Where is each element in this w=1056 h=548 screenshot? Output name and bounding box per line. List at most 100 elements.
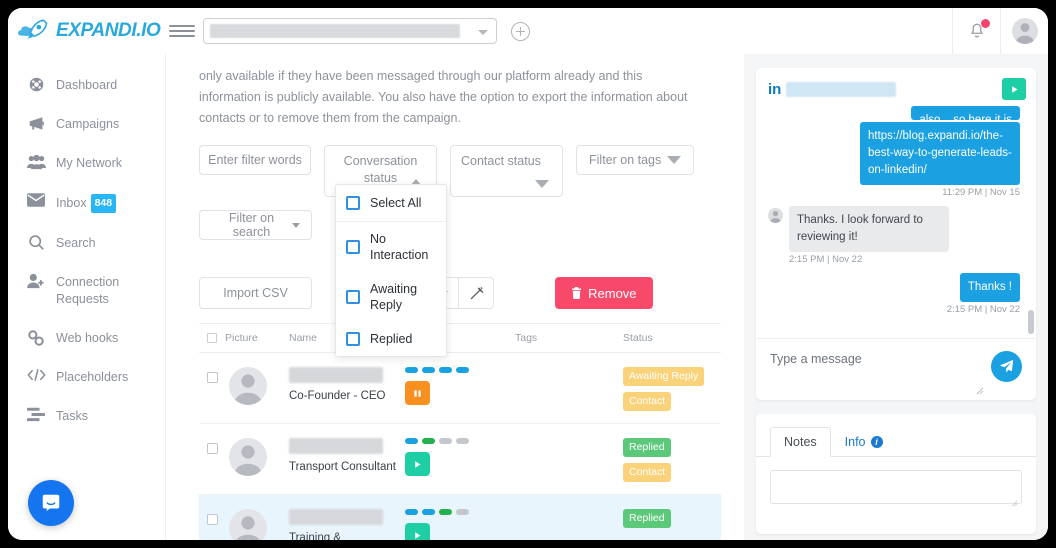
chat-scrollbar-thumb[interactable]	[1028, 310, 1034, 334]
row-picture	[225, 367, 289, 405]
brand-logo[interactable]: EXPANDI.IO	[8, 8, 163, 54]
dropdown-option-no-interaction[interactable]: No Interaction	[336, 222, 446, 272]
status-badge: Awaiting Reply	[623, 367, 705, 386]
tab-notes[interactable]: Notes	[770, 427, 831, 457]
message-row: also... so here it is	[768, 106, 1020, 120]
row-checkbox[interactable]	[199, 438, 225, 454]
send-button[interactable]	[991, 351, 1022, 382]
app-window: EXPANDI.IO Dashboard Campaigns My Networ…	[8, 8, 1048, 540]
play-icon	[415, 531, 421, 539]
filter-on-tags-label: Filter on tags	[589, 153, 662, 167]
notifications-button[interactable]	[952, 8, 1000, 54]
sidebar-item-inbox[interactable]: Inbox 848	[8, 193, 165, 213]
message-row: Thanks. I look forward to reviewing it!	[768, 206, 1020, 252]
import-csv-button[interactable]: Import CSV	[199, 277, 312, 309]
checkbox-icon[interactable]	[346, 332, 360, 346]
contact-name-redacted	[786, 81, 897, 97]
sidebar-item-connection-requests[interactable]: Connection Requests	[8, 273, 165, 308]
dropdown-option-label: Replied	[370, 332, 413, 346]
bell-icon	[968, 19, 990, 40]
pause-button[interactable]	[405, 381, 430, 405]
name-redacted	[289, 438, 383, 454]
peer-avatar-icon	[768, 208, 783, 223]
play-button[interactable]	[405, 452, 430, 476]
dropdown-option-replied[interactable]: Replied	[336, 322, 446, 356]
table-row[interactable]: Transport Consultant Replied Contact	[199, 424, 721, 495]
sidebar-item-dashboard[interactable]: Dashboard	[8, 76, 165, 94]
dropdown-option-awaiting-reply[interactable]: Awaiting Reply	[336, 272, 446, 322]
column-tags: Tags	[515, 332, 538, 344]
magic-wand-icon	[470, 286, 483, 299]
step-progress	[405, 438, 515, 444]
dashboard-icon	[26, 76, 46, 93]
dropdown-option-label: Select All	[370, 196, 422, 210]
message-timestamp: 2:15 PM | Nov 22	[789, 254, 863, 265]
tab-info-label: Info	[844, 435, 866, 449]
message-bubble: Thanks !	[959, 273, 1020, 302]
message-composer[interactable]: Type a message	[756, 338, 1036, 400]
checkbox-icon[interactable]	[346, 196, 360, 210]
link-icon	[26, 329, 46, 347]
start-sequence-button[interactable]	[1002, 78, 1026, 100]
contact-status-filter[interactable]: Contact status	[450, 145, 563, 197]
dropdown-option-select-all[interactable]: Select All	[336, 185, 446, 222]
row-checkbox[interactable]	[199, 367, 225, 383]
chevron-down-icon	[535, 180, 549, 188]
select-all-header-checkbox[interactable]	[199, 333, 225, 343]
people-icon	[26, 154, 46, 170]
magic-wand-button[interactable]	[458, 277, 495, 309]
sidebar-item-placeholders[interactable]: Placeholders	[8, 368, 165, 386]
sidebar-item-my-network[interactable]: My Network	[8, 154, 165, 172]
tab-info[interactable]: Info i	[831, 427, 897, 457]
table-row[interactable]: Co-Founder - CEO Awaiting Reply Contact	[199, 353, 721, 424]
user-plus-icon	[26, 273, 46, 289]
sidebar-item-tasks[interactable]: Tasks	[8, 407, 165, 425]
message-list: also... so here it is https://blog.expan…	[756, 106, 1036, 338]
name-redacted	[289, 509, 383, 525]
hamburger-icon[interactable]	[169, 25, 195, 37]
sidebar-item-web-hooks[interactable]: Web hooks	[8, 329, 165, 347]
sidebar-item-label: Inbox	[56, 196, 87, 210]
checkbox-icon[interactable]	[346, 240, 360, 254]
envelope-icon	[26, 193, 46, 207]
enter-filter-words-button[interactable]: Enter filter words	[199, 145, 311, 175]
sidebar: Dashboard Campaigns My Network Inbox848	[8, 54, 166, 540]
message-bubble: also... so here it is	[911, 106, 1020, 120]
resize-grip-icon[interactable]	[976, 382, 984, 395]
row-checkbox[interactable]	[199, 509, 225, 525]
table-row[interactable]: Training & Replied	[199, 495, 721, 540]
profile-button[interactable]	[1000, 8, 1048, 54]
chevron-down-icon	[478, 30, 488, 35]
plus-circle-icon[interactable]	[511, 21, 530, 41]
status-badge: Replied	[623, 509, 671, 528]
sidebar-item-campaigns[interactable]: Campaigns	[8, 115, 165, 133]
sidebar-item-search[interactable]: Search	[8, 234, 165, 252]
inbox-badge: 848	[90, 194, 117, 213]
message-timestamp: 2:15 PM | Nov 22	[946, 304, 1020, 315]
notes-textarea[interactable]	[770, 470, 1022, 507]
sidebar-item-label: Web hooks	[56, 331, 119, 345]
sidebar-item-label: My Network	[56, 156, 122, 170]
row-name: Training &	[289, 509, 405, 540]
checkbox-icon[interactable]	[346, 290, 360, 304]
message-row: https://blog.expandi.io/the-best-way-to-…	[768, 122, 1020, 185]
step-progress	[405, 367, 515, 373]
dropdown-option-label: No Interaction	[370, 232, 429, 262]
user-avatar-icon	[1011, 18, 1038, 44]
sidebar-item-label: Tasks	[56, 409, 88, 423]
top-bar: EXPANDI.IO	[8, 8, 1048, 54]
play-button[interactable]	[405, 523, 430, 540]
chevron-down-icon	[667, 156, 681, 164]
row-picture	[225, 509, 289, 540]
megaphone-icon	[26, 115, 46, 132]
filter-on-search-button[interactable]: Filter on search	[199, 210, 312, 240]
row-actions	[405, 509, 515, 540]
campaign-select[interactable]	[203, 18, 497, 44]
filter-on-tags-button[interactable]: Filter on tags	[576, 145, 694, 175]
conversation-status-dropdown[interactable]: Select All No Interaction Awaiting Reply…	[335, 184, 447, 357]
status-badge: Contact	[623, 392, 672, 411]
remove-button[interactable]: Remove	[555, 277, 653, 309]
resize-grip-icon[interactable]	[1011, 494, 1018, 507]
intercom-chat-icon[interactable]	[28, 480, 74, 526]
trash-icon	[572, 287, 582, 299]
